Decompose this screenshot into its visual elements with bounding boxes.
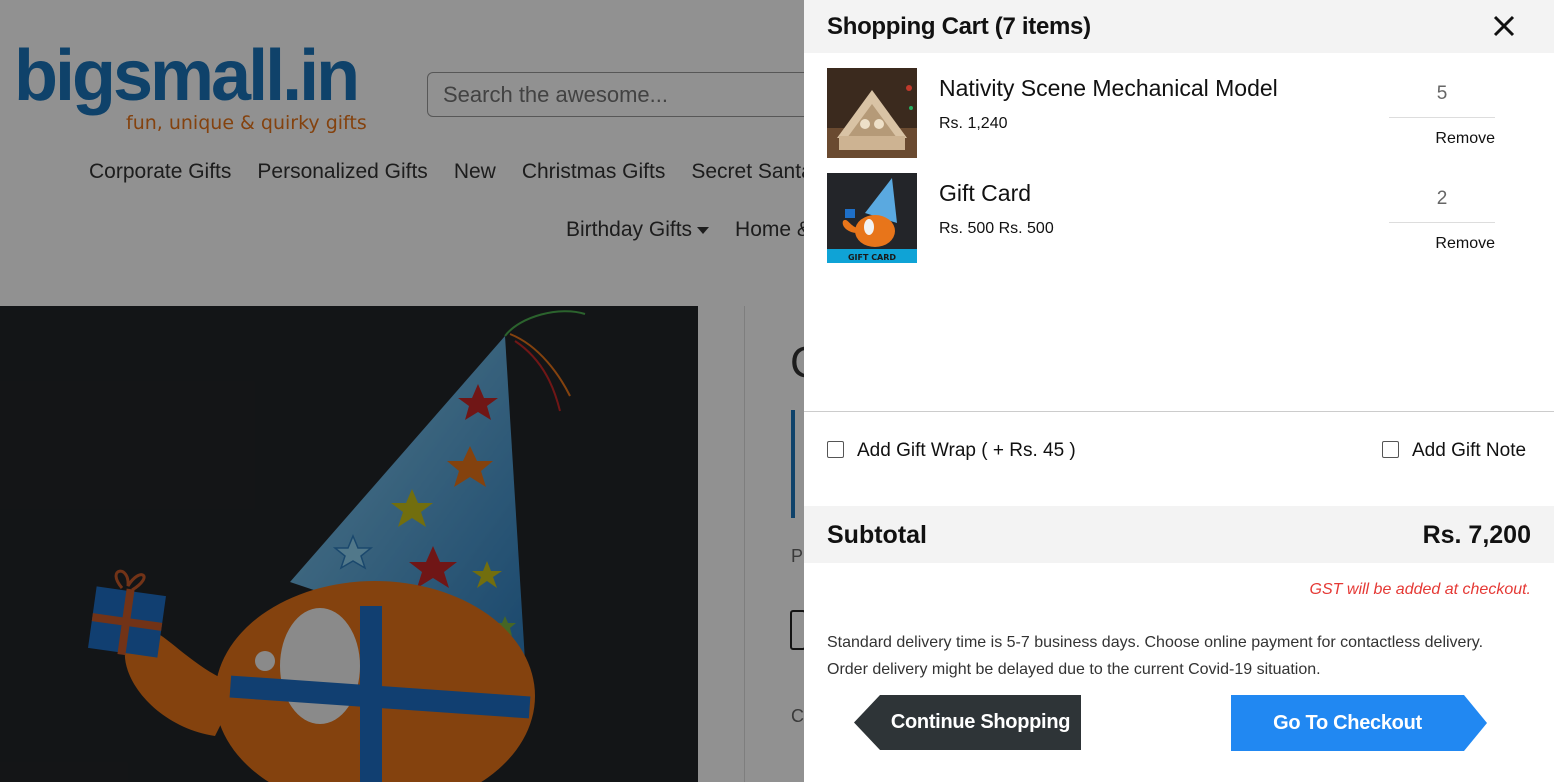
close-icon — [1493, 15, 1515, 37]
gst-note: GST will be added at checkout. — [1309, 581, 1531, 598]
item-name[interactable]: Nativity Scene Mechanical Model — [939, 75, 1278, 102]
continue-shopping-button[interactable]: Continue Shopping — [854, 695, 1081, 750]
quantity-input[interactable] — [1389, 70, 1495, 118]
modal-overlay[interactable] — [0, 0, 804, 782]
divider — [804, 411, 1554, 412]
delivery-note-line: Order delivery might be delayed due to t… — [827, 661, 1321, 678]
item-price: Rs. 1,240 — [939, 115, 1008, 132]
remove-button[interactable]: Remove — [1389, 130, 1495, 148]
subtotal-value: Rs. 7,200 — [1422, 521, 1531, 549]
cart-title: Shopping Cart (7 items) — [827, 13, 1091, 40]
cart-header: Shopping Cart (7 items) — [804, 0, 1554, 53]
gift-note-checkbox[interactable] — [1382, 440, 1399, 458]
gift-wrap-option[interactable]: Add Gift Wrap ( + Rs. 45 ) — [827, 440, 1076, 462]
close-button[interactable] — [1488, 10, 1520, 42]
gift-card-caption: GIFT CARD — [848, 253, 896, 262]
gift-note-option[interactable]: Add Gift Note — [1382, 440, 1526, 462]
delivery-note-line: Standard delivery time is 5-7 business d… — [827, 634, 1484, 651]
checkout-button[interactable]: Go To Checkout — [1231, 695, 1487, 751]
cart-item: Nativity Scene Mechanical Model Rs. 1,24… — [827, 68, 1517, 160]
quantity-input[interactable] — [1389, 175, 1495, 223]
cart-item: GIFT CARD Gift Card Rs. 500 Rs. 500 Remo… — [827, 173, 1517, 265]
checkout-label: Go To Checkout — [1273, 711, 1422, 734]
gift-note-label: Add Gift Note — [1412, 440, 1527, 461]
subtotal-bar: Subtotal Rs. 7,200 — [804, 506, 1554, 563]
gift-wrap-label: Add Gift Wrap ( + Rs. 45 ) — [857, 440, 1076, 461]
continue-shopping-label: Continue Shopping — [890, 711, 1071, 733]
subtotal-label: Subtotal — [827, 521, 927, 549]
delivery-note: Standard delivery time is 5-7 business d… — [827, 629, 1527, 683]
item-price: Rs. 500 Rs. 500 — [939, 220, 1054, 237]
gift-wrap-checkbox[interactable] — [827, 440, 844, 458]
product-thumbnail[interactable] — [827, 68, 917, 158]
nativity-scene-image — [827, 68, 917, 158]
gift-card-image: GIFT CARD — [827, 173, 917, 263]
shopping-cart-drawer: Shopping Cart (7 items) Nativity Scene M… — [804, 0, 1554, 782]
remove-button[interactable]: Remove — [1389, 235, 1495, 253]
product-thumbnail[interactable]: GIFT CARD — [827, 173, 917, 263]
item-name[interactable]: Gift Card — [939, 180, 1031, 207]
